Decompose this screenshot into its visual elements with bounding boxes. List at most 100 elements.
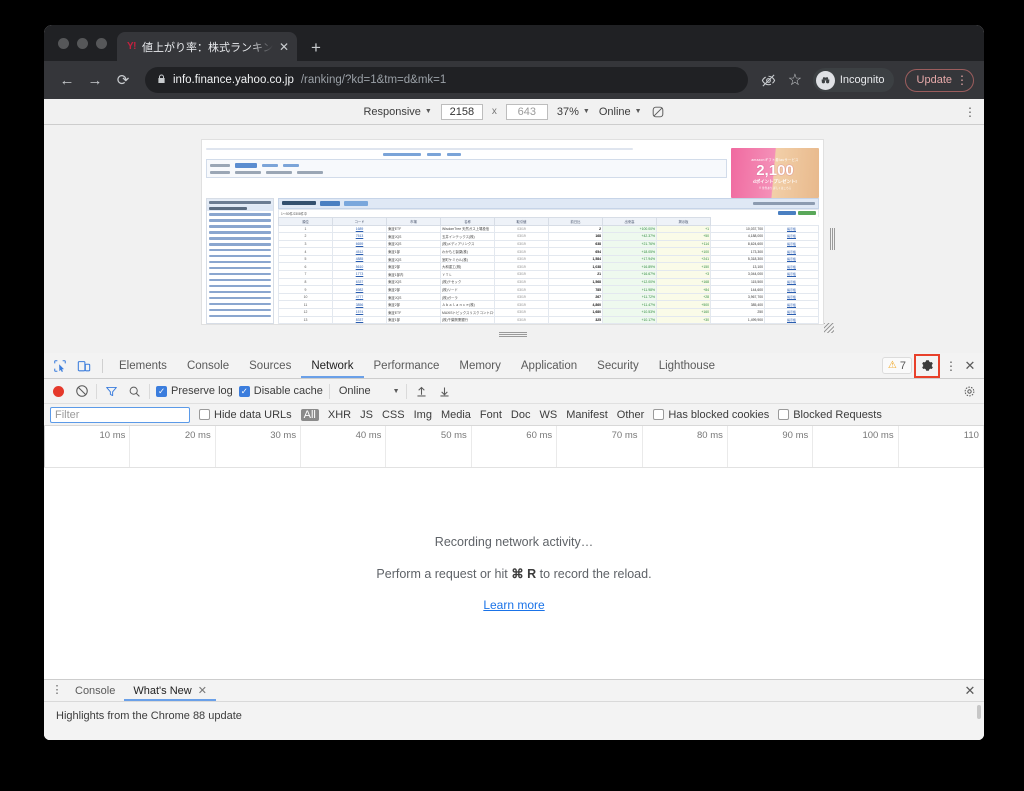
table-cell[interactable]: 掲示板 xyxy=(764,315,819,324)
table-cell[interactable]: 1574 xyxy=(332,308,387,317)
table-cell[interactable]: 8337 xyxy=(332,315,387,324)
filter-type-manifest[interactable]: Manifest xyxy=(566,409,608,421)
table-cell[interactable]: 掲示板 xyxy=(764,300,819,310)
tab-close-icon[interactable]: ✕ xyxy=(279,41,289,53)
drawer-scrollbar[interactable] xyxy=(977,705,981,719)
table-cell[interactable]: 掲示板 xyxy=(764,224,819,234)
devtools-tab-application[interactable]: Application xyxy=(511,353,587,378)
export-har-icon[interactable] xyxy=(436,383,453,400)
devtools-close-icon[interactable]: ✕ xyxy=(960,359,980,372)
devtools-tab-security[interactable]: Security xyxy=(587,353,649,378)
devtools-tab-network[interactable]: Network xyxy=(301,353,363,378)
filter-type-js[interactable]: JS xyxy=(360,409,373,421)
new-tab-button[interactable]: + xyxy=(311,39,321,56)
table-cell[interactable]: 1773 xyxy=(332,270,387,279)
table-cell[interactable]: 掲示板 xyxy=(764,239,819,249)
page-sidebar-item[interactable] xyxy=(207,313,273,319)
inspect-element-icon[interactable] xyxy=(48,355,72,377)
device-toolbar-icon[interactable] xyxy=(72,355,96,377)
devtools-tab-console[interactable]: Console xyxy=(177,353,239,378)
devtools-tab-elements[interactable]: Elements xyxy=(109,353,177,378)
device-zoom-select[interactable]: 37% ▼ xyxy=(557,106,590,118)
table-cell[interactable]: 掲示板 xyxy=(764,247,819,256)
devtools-tab-memory[interactable]: Memory xyxy=(449,353,511,378)
has-blocked-cookies-checkbox[interactable]: Has blocked cookies xyxy=(653,409,769,421)
device-toolbar-menu-icon[interactable]: ⋮ xyxy=(964,106,976,118)
drawer-tab-whats-new[interactable]: What's New ✕ xyxy=(124,680,216,701)
viewport-width-input[interactable]: 2158 xyxy=(440,103,483,120)
browser-tab[interactable]: Y! 値上がり率：株式ランキング - Yah ✕ xyxy=(117,32,297,61)
filter-type-xhr[interactable]: XHR xyxy=(328,409,351,421)
learn-more-link[interactable]: Learn more xyxy=(483,598,544,612)
bookmark-star-icon[interactable]: ☆ xyxy=(783,68,807,92)
maximize-window-button[interactable] xyxy=(96,37,107,49)
devtools-tab-sources[interactable]: Sources xyxy=(239,353,301,378)
table-cell[interactable]: 掲示板 xyxy=(764,262,819,272)
table-cell[interactable]: 4512 xyxy=(332,247,387,256)
filter-type-ws[interactable]: WS xyxy=(539,409,557,421)
devtools-tab-performance[interactable]: Performance xyxy=(364,353,450,378)
filter-type-all[interactable]: All xyxy=(300,408,319,421)
filter-type-img[interactable]: Img xyxy=(414,409,432,421)
hide-data-urls-checkbox[interactable]: Hide data URLs xyxy=(199,409,292,421)
filter-type-doc[interactable]: Doc xyxy=(511,409,531,421)
close-window-button[interactable] xyxy=(58,37,69,49)
table-cell[interactable]: 掲示板 xyxy=(764,285,819,294)
filter-type-css[interactable]: CSS xyxy=(382,409,405,421)
devtools-settings-button[interactable] xyxy=(914,353,940,378)
filter-type-media[interactable]: Media xyxy=(441,409,471,421)
disable-cache-checkbox[interactable]: Disable cache xyxy=(238,385,323,397)
minimize-window-button[interactable] xyxy=(77,37,88,49)
network-throttle-select[interactable]: Online ▼ xyxy=(336,385,400,397)
forward-button[interactable]: → xyxy=(82,67,108,93)
network-settings-gear-icon[interactable] xyxy=(961,383,978,400)
table-cell[interactable]: 6337 xyxy=(332,277,387,287)
record-button[interactable] xyxy=(53,385,64,397)
viewport-resize-handle-corner[interactable] xyxy=(824,323,834,333)
chrome-menu-icon[interactable]: ⋮ xyxy=(956,74,968,86)
table-cell[interactable]: 掲示板 xyxy=(764,270,819,279)
device-preset-select[interactable]: Responsive ▼ xyxy=(363,106,431,118)
blocked-requests-checkbox[interactable]: Blocked Requests xyxy=(778,409,882,421)
table-cell[interactable]: 6659 xyxy=(332,239,387,249)
table-cell[interactable]: 5610 xyxy=(332,262,387,272)
table-cell[interactable]: 7513 xyxy=(332,232,387,241)
eye-slash-icon[interactable] xyxy=(757,68,781,92)
search-icon[interactable] xyxy=(126,383,143,400)
reload-button[interactable]: ⟳ xyxy=(110,67,136,93)
import-har-icon[interactable] xyxy=(413,383,430,400)
filter-type-font[interactable]: Font xyxy=(480,409,502,421)
table-cell[interactable]: 1689 xyxy=(332,224,387,234)
table-cell[interactable]: 掲示板 xyxy=(764,308,819,317)
rotate-icon[interactable] xyxy=(651,105,665,119)
address-bar[interactable]: info.finance.yahoo.co.jp /ranking/?kd=1&… xyxy=(145,67,748,93)
drawer-menu-icon[interactable]: ⋮ xyxy=(48,685,66,696)
network-timeline-ruler[interactable]: 10 ms 20 ms 30 ms 40 ms 50 ms 60 ms 70 ms 80 ms… xyxy=(44,426,984,468)
update-button[interactable]: Update ⋮ xyxy=(904,68,974,92)
table-cell[interactable]: 6982 xyxy=(332,285,387,294)
drawer-close-icon[interactable]: ✕ xyxy=(960,684,980,697)
incognito-indicator[interactable]: Incognito xyxy=(812,68,894,92)
filter-funnel-icon[interactable] xyxy=(103,383,120,400)
table-cell[interactable]: 掲示板 xyxy=(764,232,819,241)
table-cell[interactable]: 掲示板 xyxy=(764,254,819,264)
viewport-height-input[interactable]: 643 xyxy=(505,103,548,120)
filter-input[interactable]: Filter xyxy=(50,406,190,423)
table-cell[interactable]: 3856 xyxy=(332,300,387,310)
drawer-tab-console[interactable]: Console xyxy=(66,680,124,701)
clear-icon[interactable] xyxy=(73,383,90,400)
table-cell[interactable]: 4777 xyxy=(332,292,387,302)
drawer-tab-close-icon[interactable]: ✕ xyxy=(198,684,207,697)
rendered-page[interactable]: amazonギフト券/auサービス 2,100 dポイントプレゼント! ※ 条件… xyxy=(201,139,824,325)
advertisement-banner[interactable]: amazonギフト券/auサービス 2,100 dポイントプレゼント! ※ 条件… xyxy=(731,148,819,198)
devtools-tab-lighthouse[interactable]: Lighthouse xyxy=(649,353,725,378)
back-button[interactable]: ← xyxy=(54,67,80,93)
viewport-resize-handle-right[interactable] xyxy=(830,228,835,250)
preserve-log-checkbox[interactable]: Preserve log xyxy=(156,385,233,397)
devtools-more-icon[interactable]: ⋮ xyxy=(942,360,960,372)
table-cell[interactable]: 掲示板 xyxy=(764,292,819,302)
device-throttle-select[interactable]: Online ▼ xyxy=(599,106,642,118)
table-cell[interactable]: 4885 xyxy=(332,254,387,264)
table-cell[interactable]: 掲示板 xyxy=(764,277,819,287)
filter-type-other[interactable]: Other xyxy=(617,409,645,421)
